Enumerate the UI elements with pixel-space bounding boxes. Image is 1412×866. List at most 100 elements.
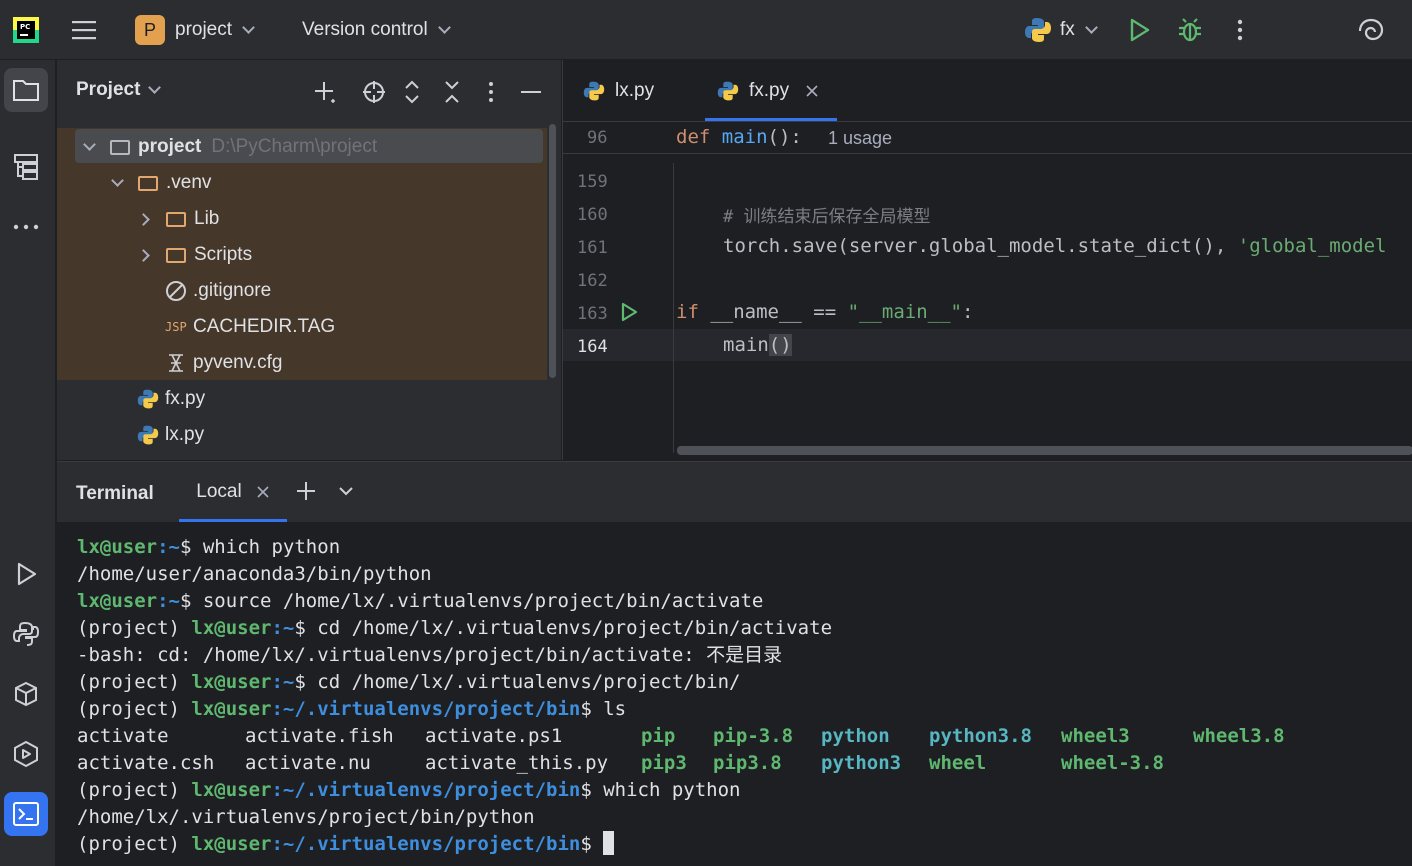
usage-hint[interactable]: 1 usage <box>828 128 892 149</box>
python-file-icon <box>137 389 159 409</box>
prompt-user: lx@user <box>191 833 272 855</box>
more-actions-icon[interactable] <box>1230 0 1250 60</box>
more-tools-icon[interactable] <box>4 205 48 249</box>
code-area[interactable]: 159 160 161 162 163 164 # 训练结束后保存全局模型 to… <box>563 163 1412 453</box>
sticky-code: def main(): <box>676 126 802 148</box>
command-text: source /home/lx/.virtualenvs/project/bin… <box>202 590 764 612</box>
run-gutter-icon[interactable] <box>619 301 639 323</box>
structure-tool-icon[interactable] <box>4 145 48 189</box>
code-text: torch.save(server.global_model.state_dic… <box>723 235 1238 257</box>
terminal-tool-icon[interactable] <box>4 792 48 836</box>
chevron-right-icon <box>137 248 150 262</box>
tree-item-label: .gitignore <box>193 280 272 301</box>
version-control-label: Version control <box>302 19 428 40</box>
line-number: 162 <box>577 271 608 291</box>
project-view-selector[interactable]: Project <box>76 79 162 101</box>
tab-label: Local <box>196 481 242 502</box>
folder-icon <box>166 211 186 227</box>
python-console-icon[interactable] <box>4 672 48 716</box>
tab-lx-py[interactable]: lx.py <box>583 60 654 122</box>
project-tool-icon[interactable] <box>4 68 48 112</box>
code-comment: # 训练结束后保存全局模型 <box>723 207 931 227</box>
close-tab-icon[interactable] <box>805 84 819 98</box>
project-selector[interactable]: P project <box>135 0 255 60</box>
expand-all-icon[interactable] <box>401 79 423 105</box>
active-tab-indicator <box>705 118 837 121</box>
ls-entry: pip-3.8 <box>713 725 794 747</box>
tab-local[interactable]: Local <box>179 462 287 522</box>
tree-item-fx[interactable]: fx.py <box>57 381 547 417</box>
chevron-down-icon <box>437 21 451 34</box>
main-menu-icon[interactable] <box>70 0 98 60</box>
jsp-file-icon: JSP <box>165 320 187 334</box>
version-control-menu[interactable]: Version control <box>302 0 451 60</box>
ls-entry: activate_this.py <box>425 752 609 774</box>
tree-item-project-root[interactable]: project D:\PyCharm\project <box>57 129 547 165</box>
chevron-down-icon[interactable] <box>337 482 355 500</box>
tree-item-label: fx.py <box>165 388 206 409</box>
editor-horizontal-scrollbar[interactable] <box>677 446 1412 455</box>
ls-entry: wheel <box>929 752 987 774</box>
tree-item-label: lx.py <box>165 424 205 445</box>
tree-item-scripts[interactable]: Scripts <box>57 237 547 273</box>
options-icon[interactable] <box>481 79 501 105</box>
terminal-line: -bash: cd: /home/lx/.virtualenvs/project… <box>77 644 783 666</box>
tab-label: lx.py <box>615 80 655 101</box>
python-packages-icon[interactable] <box>4 612 48 656</box>
terminal-line: (project) lx@user:~/.virtualenvs/project… <box>77 831 832 858</box>
close-tab-icon[interactable] <box>256 485 270 499</box>
prompt-user: lx@user <box>77 590 158 612</box>
pycharm-logo-icon[interactable]: PC <box>12 0 40 60</box>
ls-entry: pip3 <box>641 752 687 774</box>
ls-entry: activate <box>77 725 169 747</box>
project-tree: project D:\PyCharm\project .venv Lib Scr… <box>57 128 561 460</box>
tree-item-cachedir[interactable]: JSP CACHEDIR.TAG <box>57 309 547 345</box>
new-file-icon[interactable] <box>312 79 338 105</box>
project-panel-header: Project <box>57 60 561 122</box>
hide-panel-icon[interactable] <box>519 79 543 105</box>
project-panel: Project project D:\PyCharm\project .venv <box>57 60 561 460</box>
code-line-save: torch.save(server.global_model.state_dic… <box>723 235 1386 257</box>
project-name: project <box>175 19 233 40</box>
tab-fx-py[interactable]: fx.py <box>717 60 819 122</box>
tree-item-venv[interactable]: .venv <box>57 165 547 201</box>
terminal-output[interactable]: lx@user:~$ which python/home/user/anacon… <box>77 534 1285 858</box>
tree-item-gitignore[interactable]: .gitignore <box>57 273 547 309</box>
new-tab-icon[interactable] <box>295 480 317 502</box>
tab-label: fx.py <box>749 80 790 101</box>
prompt-user: lx@user <box>191 617 272 639</box>
code-line-if: if __name__ == "__main__": <box>676 301 973 323</box>
tree-item-pyvenv[interactable]: pyvenv.cfg <box>57 345 547 381</box>
command-text: cd /home/lx/.virtualenvs/project/bin/ <box>317 671 741 693</box>
debug-icon[interactable] <box>1176 0 1204 60</box>
collapse-all-icon[interactable] <box>441 79 463 105</box>
terminal-line: /home/lx/.virtualenvs/project/bin/python <box>77 806 535 828</box>
ls-row: activate.csh activate.nu activate_this.py p… <box>77 750 1164 777</box>
code-string: 'global_model <box>1237 235 1387 257</box>
services-icon[interactable] <box>4 732 48 776</box>
main-toolbar: PC P project Version control fx <box>0 0 1412 60</box>
root-folder-name: project <box>138 136 202 157</box>
ai-assistant-icon[interactable] <box>1356 0 1386 60</box>
run-icon[interactable] <box>1126 0 1152 60</box>
python-file-icon <box>137 425 159 445</box>
prompt-user: lx@user <box>77 536 158 558</box>
chevron-right-icon <box>137 212 150 226</box>
tree-item-lx[interactable]: lx.py <box>57 417 547 453</box>
ignore-file-icon <box>166 281 186 301</box>
python-file-icon <box>717 81 739 101</box>
ls-entry: python <box>821 725 890 747</box>
tree-item-lib[interactable]: Lib <box>57 201 547 237</box>
run-config-selector[interactable]: fx <box>1024 0 1098 60</box>
text-cursor <box>603 831 615 855</box>
terminal-line: (project) lx@user:~$ cd /home/lx/.virtua… <box>77 617 833 639</box>
problems-tool-icon[interactable] <box>4 852 48 866</box>
terminal-line: (project) lx@user:~/.virtualenvs/project… <box>77 698 627 720</box>
ls-entry: pip3.8 <box>713 752 782 774</box>
code-line-main: main() <box>723 334 792 356</box>
locate-file-icon[interactable] <box>361 79 387 105</box>
run-tool-icon[interactable] <box>4 552 48 596</box>
svg-text:PC: PC <box>20 23 30 31</box>
tree-scrollbar[interactable] <box>549 124 556 378</box>
sticky-scope-header[interactable]: 96 def main(): 1 usage <box>563 122 1412 154</box>
